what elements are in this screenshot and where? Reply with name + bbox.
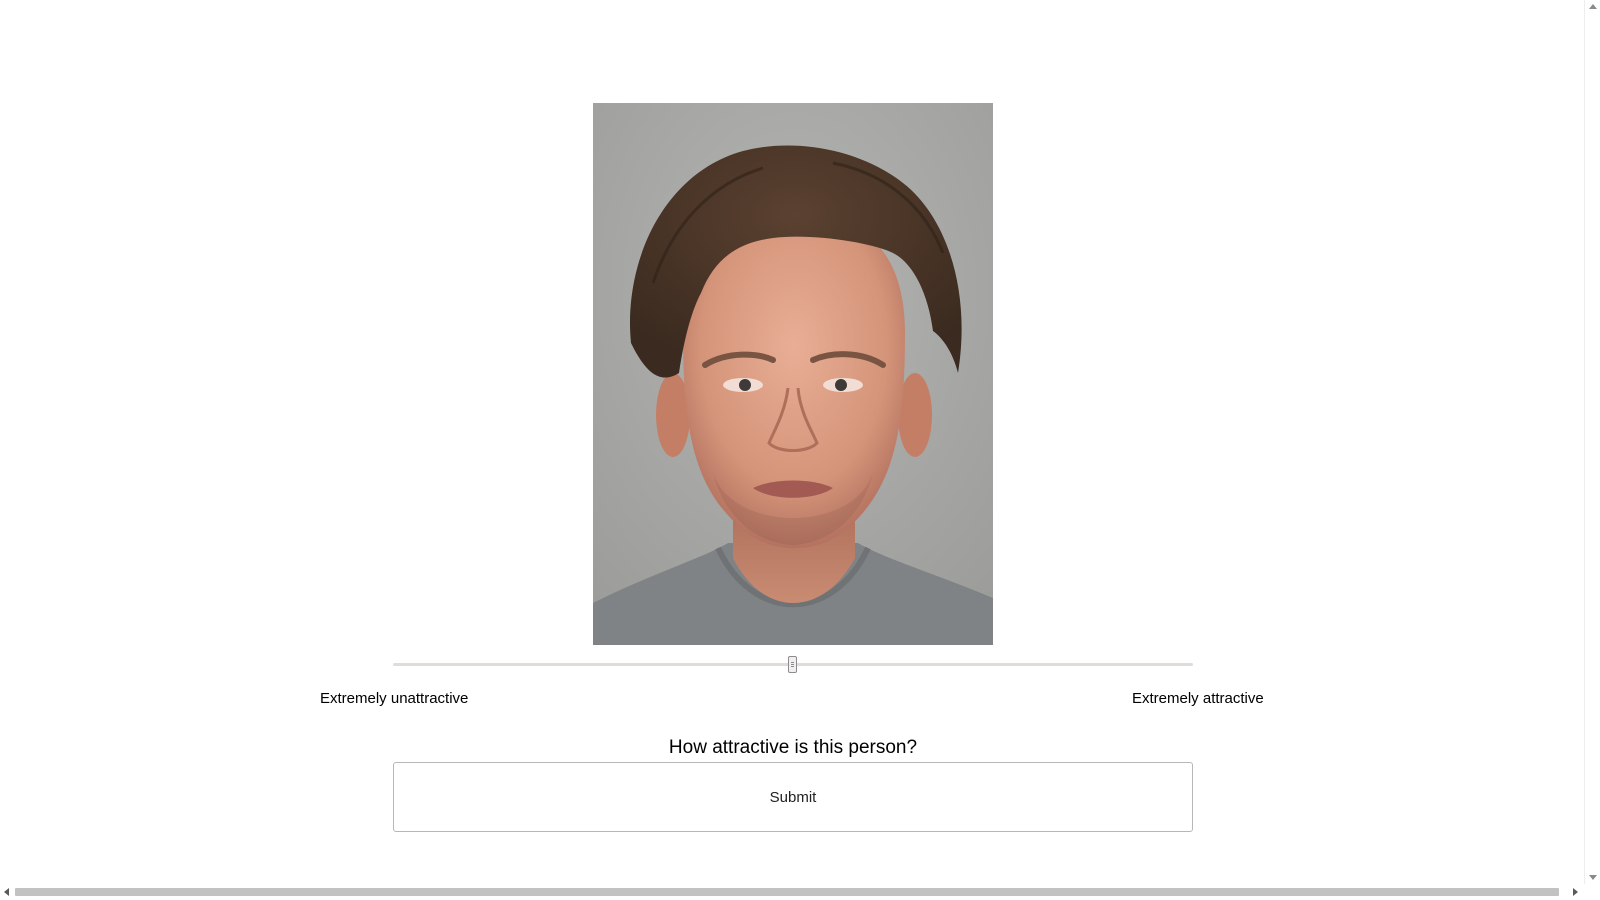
face-photo-drawing [593,103,993,645]
scroll-right-icon[interactable] [1573,888,1578,896]
grip-line [791,664,794,665]
grip-line [791,666,794,667]
scroll-up-icon[interactable] [1589,4,1597,9]
slider-thumb[interactable] [788,656,797,673]
page: Extremely unattractive Extremely attract… [0,0,1584,884]
attractiveness-slider[interactable] [393,655,1193,675]
scrollbar-corner [1584,884,1600,900]
grip-line [791,662,794,663]
scale-min-label: Extremely unattractive [320,690,469,707]
scale-max-label: Extremely attractive [1132,690,1264,707]
scroll-left-icon[interactable] [4,888,9,896]
submit-button[interactable]: Submit [393,762,1193,832]
vertical-scrollbar[interactable] [1584,0,1600,884]
scroll-down-icon[interactable] [1589,875,1597,880]
question-text: How attractive is this person? [668,737,918,758]
horizontal-scroll-thumb[interactable] [15,888,1559,896]
face-photo [593,103,993,645]
horizontal-scrollbar[interactable] [0,884,1584,900]
